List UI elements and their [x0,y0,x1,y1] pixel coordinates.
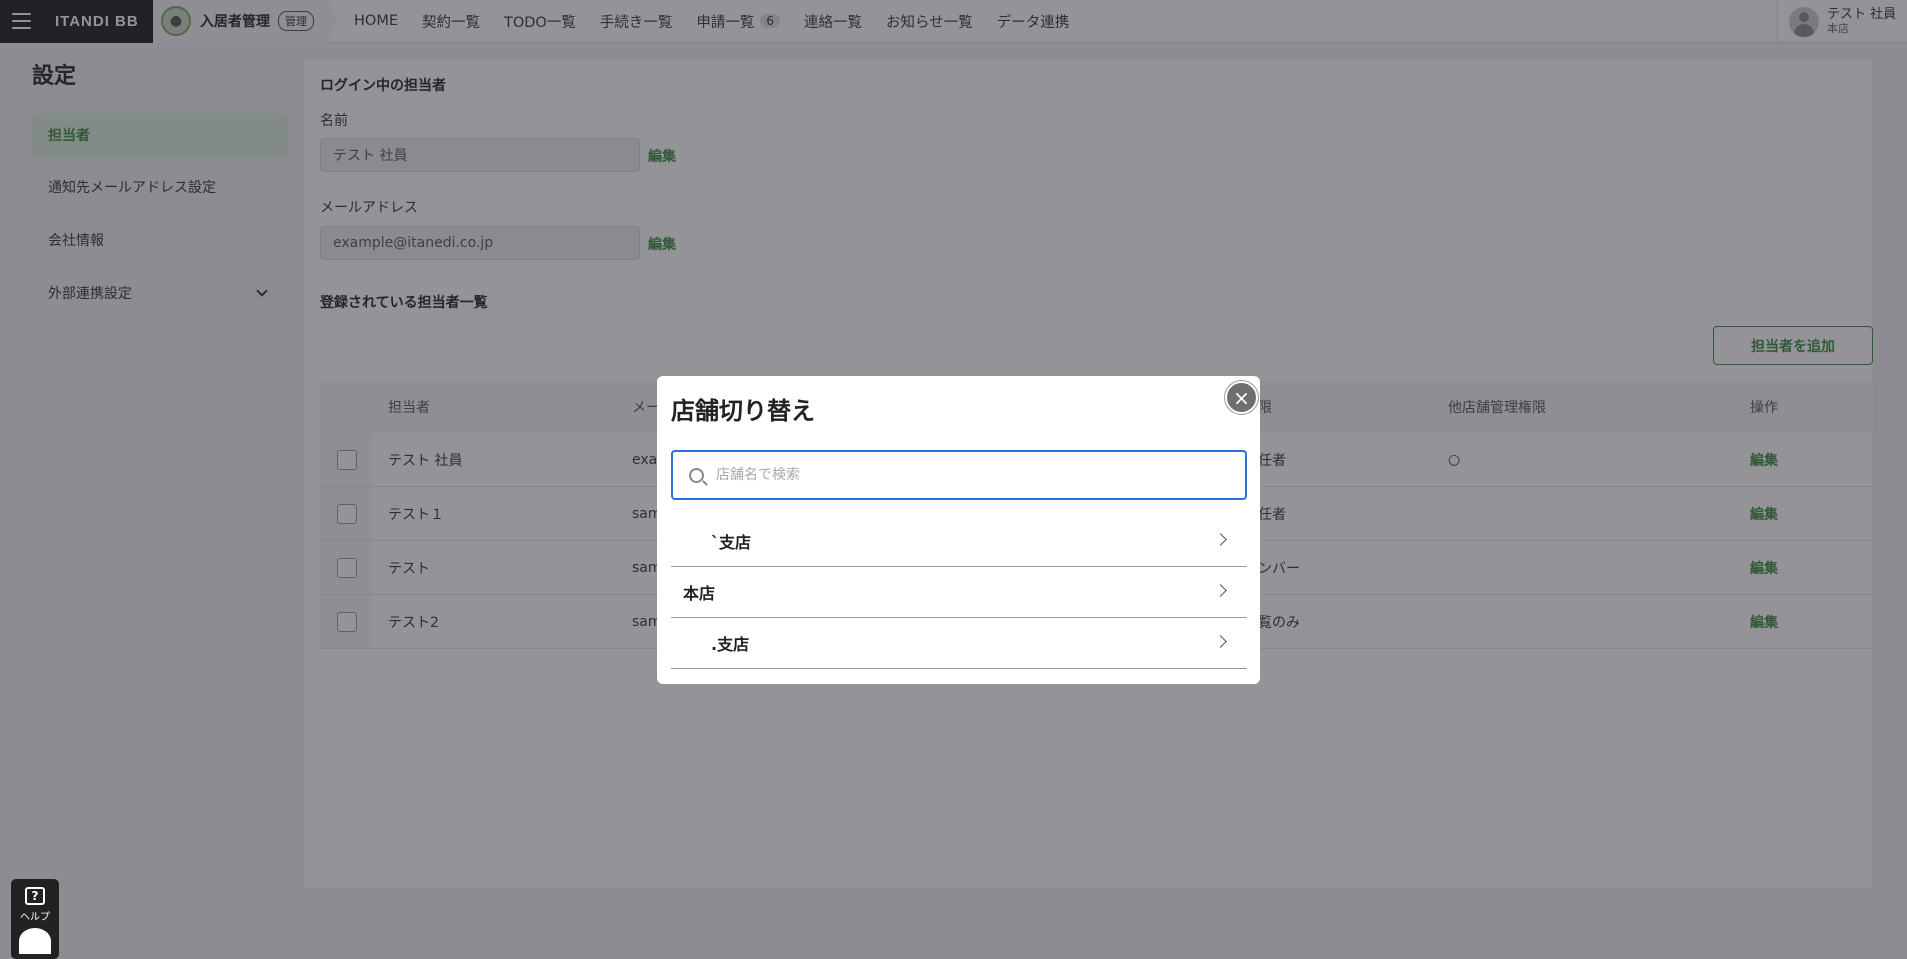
mascot-icon [19,928,51,954]
chevron-right-icon [1214,584,1227,597]
modal-title: 店舗切り替え [671,397,815,425]
store-search-input[interactable] [716,467,1196,483]
store-name: .支店 [711,635,750,654]
store-switch-modal: 店舗切り替え × `支店 本店 .支店 [657,376,1260,684]
store-item[interactable]: 本店 [671,567,1247,618]
close-icon[interactable]: × [1225,381,1258,414]
store-name: `支店 [711,533,752,552]
store-name: 本店 [683,584,716,603]
question-icon: ? [25,887,45,905]
store-item[interactable]: .支店 [671,618,1247,669]
store-item[interactable]: `支店 [671,516,1247,567]
chevron-right-icon [1214,533,1227,546]
help-widget[interactable]: ? ヘルプ [11,879,59,959]
store-list: `支店 本店 .支店 [671,516,1247,669]
search-icon [689,467,704,483]
chevron-right-icon [1214,635,1227,648]
help-label: ヘルプ [20,912,50,923]
store-search-box[interactable] [671,450,1247,500]
